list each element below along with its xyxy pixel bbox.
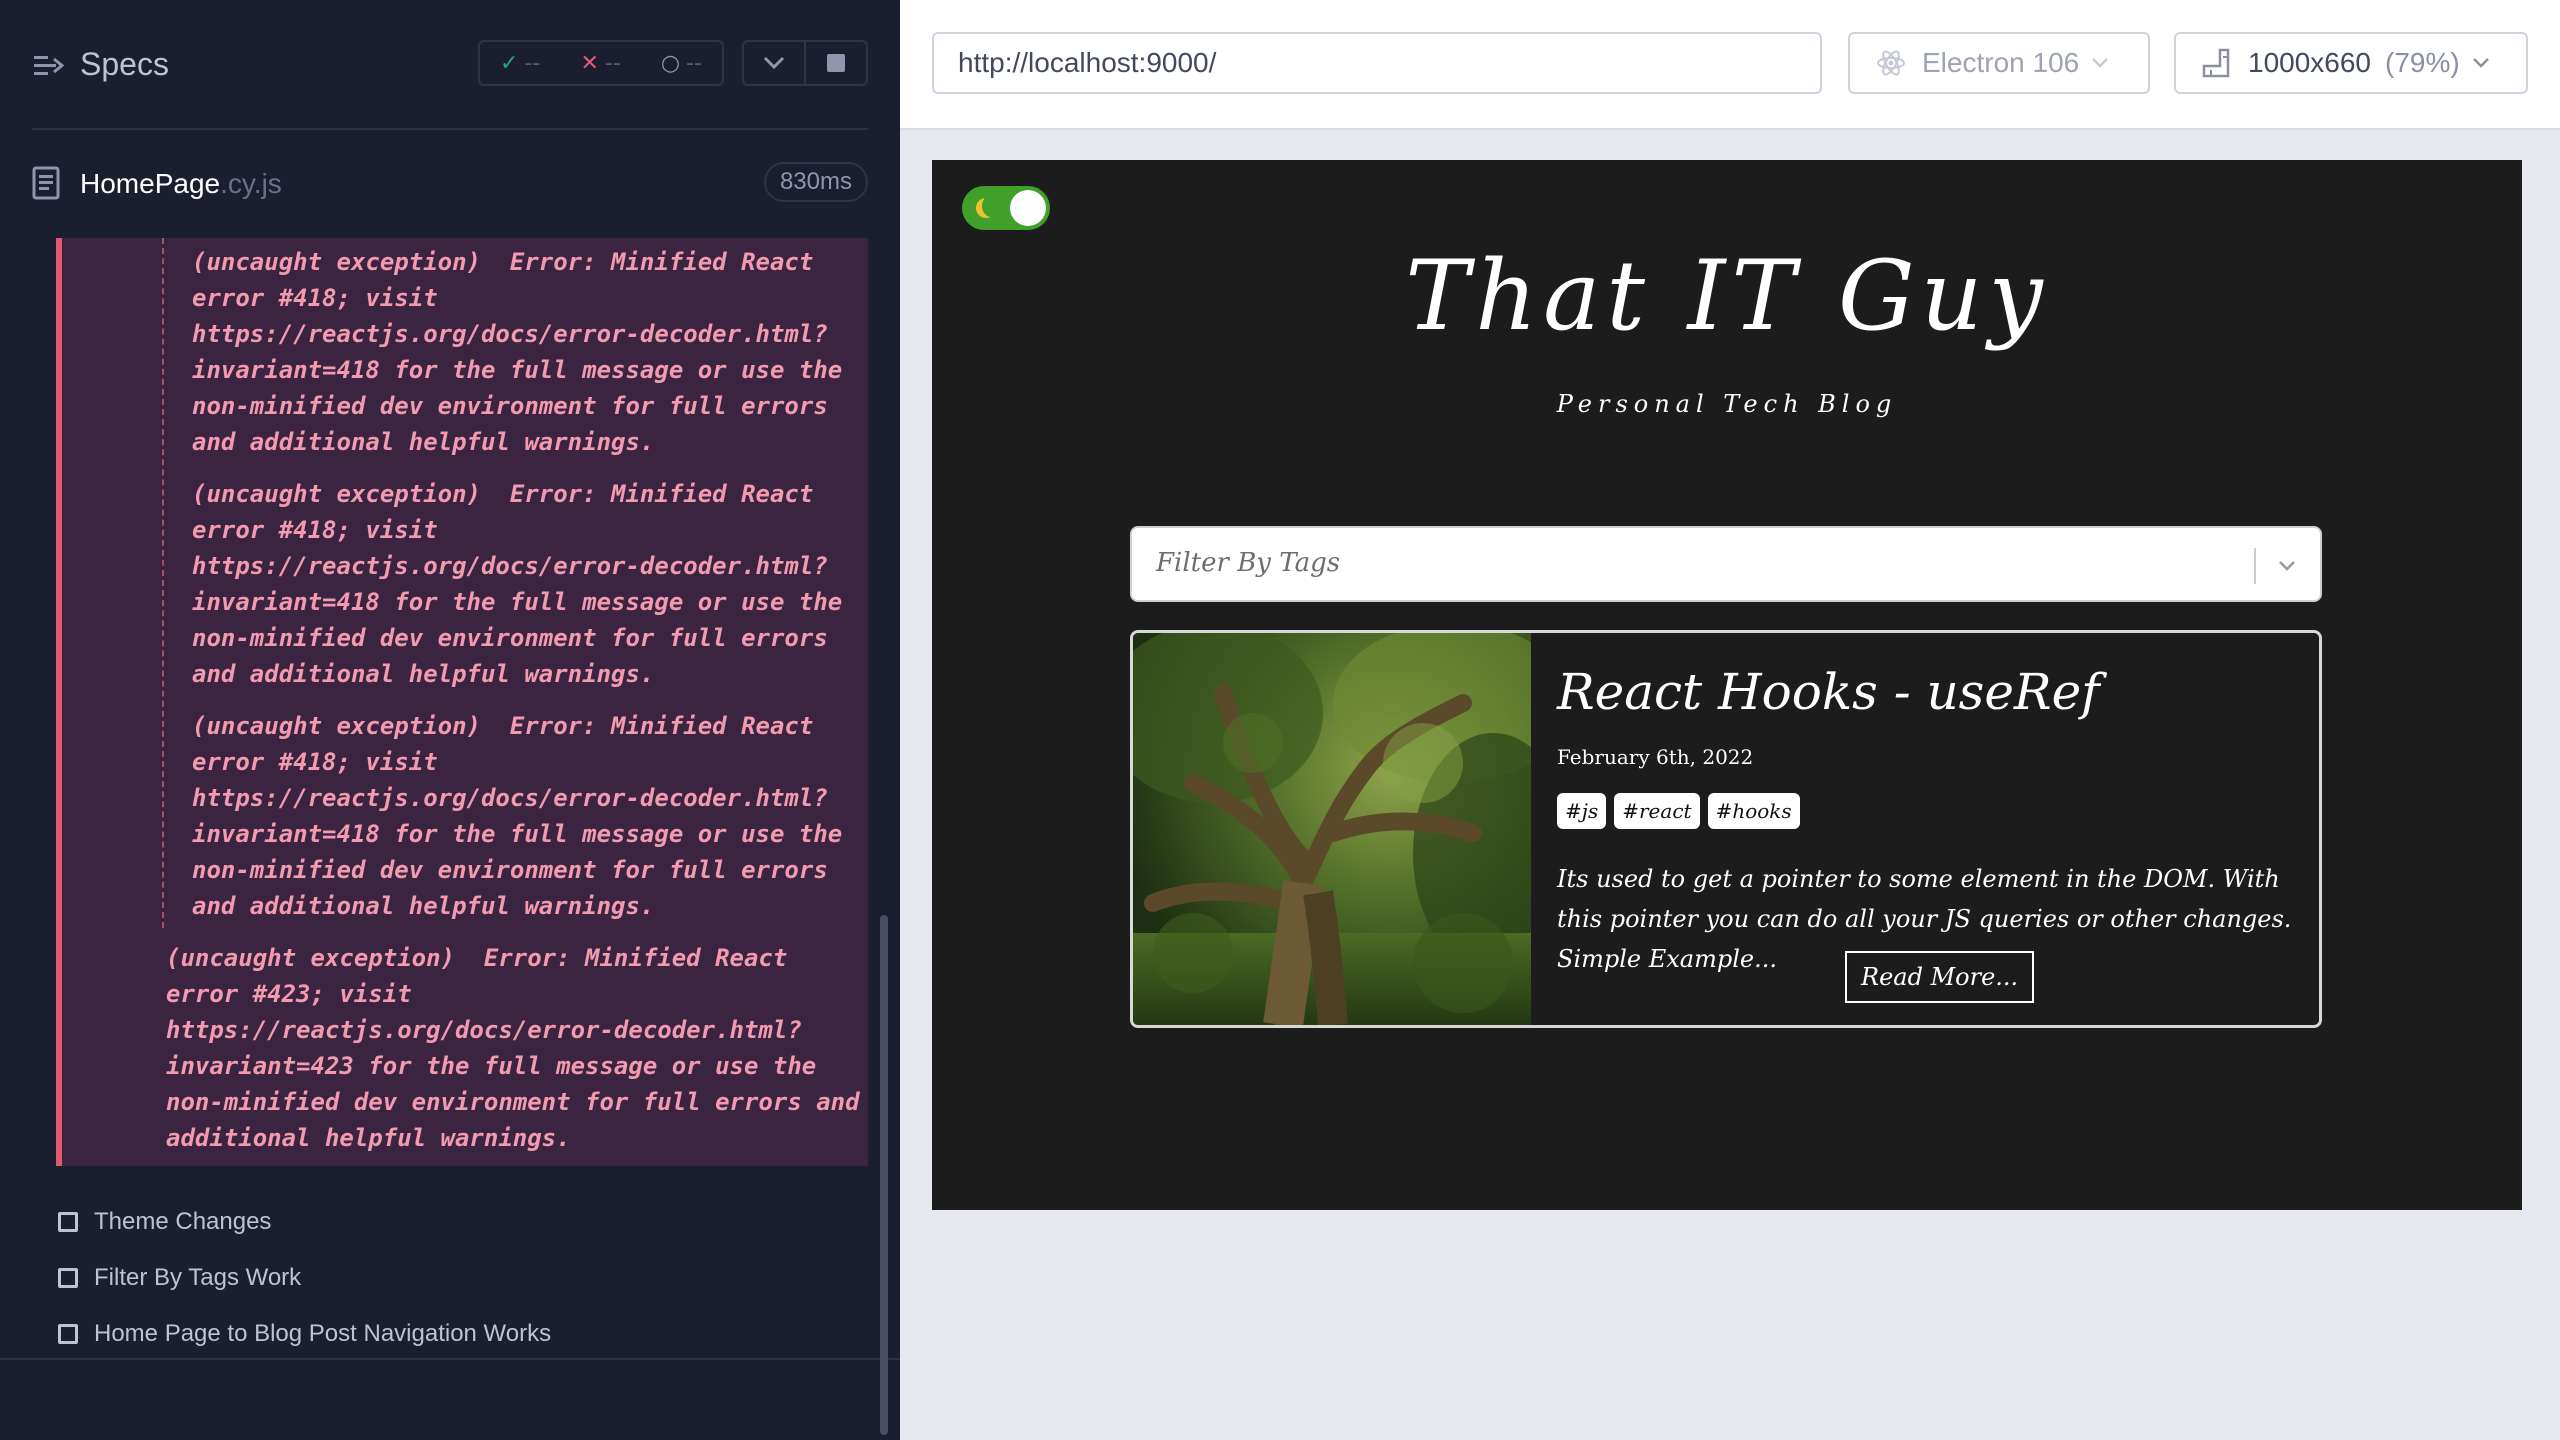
app-viewport: That IT Guy Personal Tech Blog Filter By… (932, 160, 2522, 1210)
reporter-footer-divider (0, 1358, 900, 1360)
filter-placeholder: Filter By Tags (1156, 548, 1341, 578)
specs-menu-icon[interactable] (32, 50, 64, 82)
log-indent-line (162, 238, 164, 928)
spec-file-row[interactable]: HomePage.cy.js 830ms (32, 160, 868, 206)
post-thumbnail (1133, 633, 1531, 1025)
test-item[interactable]: Home Page to Blog Post Navigation Works (58, 1314, 551, 1354)
stop-icon (827, 54, 845, 72)
read-more-button[interactable]: Read More... (1845, 951, 2035, 1003)
collapse-button[interactable] (744, 42, 806, 84)
post-date: February 6th, 2022 (1557, 745, 1754, 769)
test-status-icon (58, 1268, 78, 1288)
viewport-scale: (79%) (2385, 47, 2460, 78)
run-controls (742, 40, 868, 86)
test-stats: ✓ -- ✕ -- ○ -- (478, 40, 724, 86)
file-icon (32, 166, 60, 200)
error-log: (uncaught exception) Error: Minified Rea… (56, 238, 868, 1166)
site-title: That IT Guy (1405, 240, 2049, 352)
toggle-knob (1010, 190, 1046, 226)
duration-badge: 830ms (763, 162, 868, 202)
spec-file-name: HomePage.cy.js (80, 168, 282, 199)
check-icon: ✓ (500, 50, 519, 76)
post-tags: #js #react #hooks (1557, 793, 1800, 829)
error-message: (uncaught exception) Error: Minified Rea… (166, 944, 860, 1152)
tag-badge[interactable]: #hooks (1707, 793, 1800, 829)
post-card: React Hooks - useRef February 6th, 2022 … (1130, 630, 2322, 1028)
filter-separator (2254, 548, 2256, 584)
stop-button[interactable] (806, 42, 866, 84)
site-subtitle: Personal Tech Blog (1556, 390, 1898, 418)
error-message: (uncaught exception) Error: Minified Rea… (192, 712, 843, 920)
tag-badge[interactable]: #react (1614, 793, 1700, 829)
tag-badge[interactable]: #js (1557, 793, 1607, 829)
test-item[interactable]: Theme Changes (58, 1202, 271, 1242)
reporter-scrollbar[interactable] (880, 915, 888, 1435)
chevron-down-icon (2472, 58, 2489, 68)
viewport-select[interactable]: 1000x660 (79%) (2174, 32, 2528, 94)
chevron-down-icon (763, 56, 785, 70)
post-title[interactable]: React Hooks - useRef (1557, 663, 2100, 721)
specs-header: Specs ✓ -- ✕ -- ○ -- (0, 0, 900, 130)
spec-file-ext: .cy.js (220, 168, 282, 199)
chevron-down-icon[interactable] (2272, 550, 2302, 580)
url-field[interactable]: http://localhost:9000/ (932, 32, 1822, 94)
aut-toolbar: http://localhost:9000/ Electron 106 1000… (900, 0, 2560, 130)
theme-toggle[interactable] (962, 186, 1050, 230)
passed-stat: ✓ -- (500, 50, 541, 76)
specs-title: Specs (80, 46, 169, 82)
header-divider (32, 128, 868, 130)
ruler-icon (2202, 48, 2230, 78)
chevron-down-icon (2092, 58, 2109, 68)
test-item[interactable]: Filter By Tags Work (58, 1258, 301, 1298)
aut-panel: http://localhost:9000/ Electron 106 1000… (900, 0, 2560, 1440)
test-status-icon (58, 1324, 78, 1344)
filter-by-tags-select[interactable]: Filter By Tags (1130, 526, 2322, 602)
error-message: (uncaught exception) Error: Minified Rea… (192, 248, 843, 456)
test-status-icon (58, 1212, 78, 1232)
error-message: (uncaught exception) Error: Minified Rea… (192, 480, 843, 688)
electron-icon (1877, 50, 1905, 76)
x-icon: ✕ (580, 50, 599, 76)
browser-select[interactable]: Electron 106 (1848, 32, 2150, 94)
pending-stat: ○ -- (660, 50, 702, 76)
failed-stat: ✕ -- (580, 50, 621, 76)
spinner-icon: ○ (660, 50, 681, 76)
reporter-panel: Specs ✓ -- ✕ -- ○ -- HomePage.cy.js 830ms ( (0, 0, 900, 1440)
